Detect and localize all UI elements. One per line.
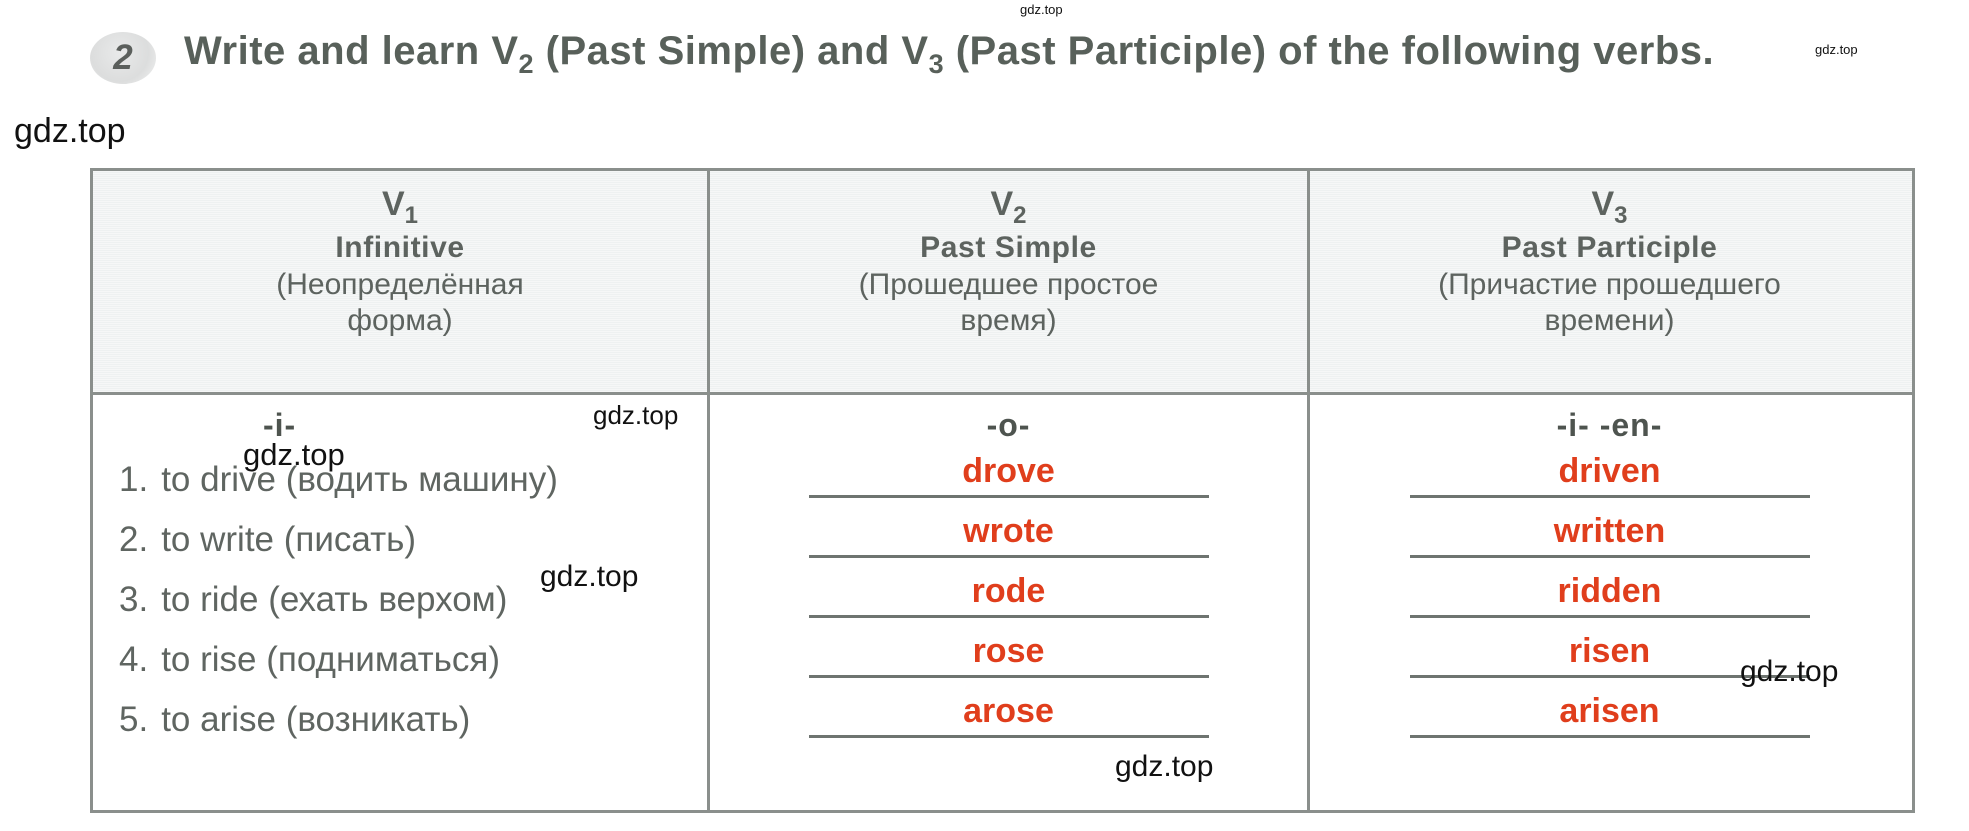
past-simple-answer[interactable]: rode (710, 569, 1307, 613)
spelling-marker-infinitive: -i- (263, 407, 297, 443)
header-v-label-1: V1 (103, 185, 697, 229)
past-simple-answer[interactable]: wrote (710, 509, 1307, 553)
column-infinitive: -i- 1. to drive (водить машину) 2. to writ… (93, 395, 707, 810)
task-number-badge: 2 (90, 32, 156, 84)
spelling-marker-past-simple: -o- (986, 407, 1031, 443)
answer-underline (1409, 675, 1810, 678)
answer-underline (1409, 615, 1810, 618)
answer-row[interactable]: drove (710, 449, 1307, 509)
task-instruction-sub-v3: 3 (928, 49, 945, 79)
answer-row[interactable]: wrote (710, 509, 1307, 569)
header-ru-label-2: (Прошедшее простое время) (858, 267, 1159, 338)
answer-row[interactable]: rose (710, 629, 1307, 689)
infinitive-list: 1. to drive (водить машину) 2. to write (п… (93, 449, 707, 749)
header-en-label-3: Past Participle (1501, 231, 1718, 265)
answer-underline (808, 495, 1209, 498)
task-instruction-seg-3: (Past Participle) of the following verbs… (944, 29, 1715, 73)
answer-underline (808, 555, 1209, 558)
header-v-index-3: 3 (1614, 201, 1628, 229)
task-instruction-sub-v2: 2 (518, 49, 535, 79)
row-number: 4. (119, 639, 149, 679)
header-v-index-2: 2 (1013, 201, 1027, 229)
answer-row[interactable]: arose (710, 689, 1307, 749)
header-en-label-1: Infinitive (335, 231, 465, 265)
row-number: 2. (119, 519, 149, 559)
spelling-marker-past-participle: -i- -en- (1556, 407, 1663, 443)
task-instruction-seg-1: Write and learn V (184, 29, 519, 73)
table-header-cell-past-participle: V3 Past Participle (Причастие прошедшего… (1307, 171, 1909, 392)
header-ru-label-3: (Причастие прошедшего времени) (1438, 267, 1781, 338)
answer-row[interactable]: driven (1310, 449, 1909, 509)
past-participle-answer[interactable]: ridden (1310, 569, 1909, 613)
past-simple-answer[interactable]: rose (710, 629, 1307, 673)
list-item: 2. to write (писать) (119, 509, 707, 569)
header-v-label-2: V2 (720, 185, 1297, 229)
task-instruction: Write and learn V2 (Past Simple) and V3 … (184, 28, 1714, 81)
past-participle-answer[interactable]: written (1310, 509, 1909, 553)
answer-underline (808, 675, 1209, 678)
answer-row[interactable]: arisen (1310, 689, 1909, 749)
row-number: 5. (119, 699, 149, 739)
column-past-simple: -o- drove wrote rode rose arose (707, 395, 1307, 810)
header-v-letter-3: V (1591, 185, 1615, 223)
watermark: gdz.top (14, 112, 126, 150)
table-header-cell-infinitive: V1 Infinitive (Неопределённая форма) (93, 171, 707, 392)
answer-underline (1409, 735, 1810, 738)
infinitive-text: to write (писать) (161, 519, 417, 559)
answer-row[interactable]: risen (1310, 629, 1909, 689)
table-header-cell-past-simple: V2 Past Simple (Прошедшее простое время) (707, 171, 1307, 392)
past-participle-answer-list: driven written ridden risen arisen (1310, 449, 1909, 749)
answer-row[interactable]: ridden (1310, 569, 1909, 629)
infinitive-text: to ride (ехать верхом) (161, 579, 508, 619)
past-participle-answer[interactable]: risen (1310, 629, 1909, 673)
past-simple-answer[interactable]: drove (710, 449, 1307, 493)
infinitive-text: to drive (водить машину) (161, 459, 558, 499)
task-heading: 2 Write and learn V2 (Past Simple) and V… (90, 28, 1940, 84)
row-number: 3. (119, 579, 149, 619)
header-v-letter-1: V (381, 185, 405, 223)
list-item: 5. to arise (возникать) (119, 689, 707, 749)
header-ru-label-1: (Неопределённая форма) (276, 267, 524, 338)
table-header-row: V1 Infinitive (Неопределённая форма) V2 … (93, 171, 1912, 395)
past-participle-answer[interactable]: arisen (1310, 689, 1909, 733)
list-item: 4. to rise (подниматься) (119, 629, 707, 689)
list-item: 3. to ride (ехать верхом) (119, 569, 707, 629)
table-body: -i- 1. to drive (водить машину) 2. to writ… (93, 395, 1912, 810)
answer-underline (1409, 495, 1810, 498)
row-number: 1. (119, 459, 149, 499)
watermark: gdz.top (1020, 2, 1063, 17)
answer-underline (808, 615, 1209, 618)
task-instruction-seg-2: (Past Simple) and V (534, 29, 929, 73)
answer-underline (1409, 555, 1810, 558)
answer-row[interactable]: written (1310, 509, 1909, 569)
infinitive-text: to rise (подниматься) (161, 639, 500, 679)
column-past-participle: -i- -en- driven written ridden risen ari… (1307, 395, 1909, 810)
answer-underline (808, 735, 1209, 738)
past-simple-answer-list: drove wrote rode rose arose (710, 449, 1307, 749)
answer-row[interactable]: rode (710, 569, 1307, 629)
header-v-label-3: V3 (1320, 185, 1899, 229)
header-en-label-2: Past Simple (920, 231, 1097, 265)
infinitive-text: to arise (возникать) (161, 699, 471, 739)
past-participle-answer[interactable]: driven (1310, 449, 1909, 493)
verb-forms-table: V1 Infinitive (Неопределённая форма) V2 … (90, 168, 1915, 813)
header-v-letter-2: V (990, 185, 1014, 223)
list-item: 1. to drive (водить машину) (119, 449, 707, 509)
past-simple-answer[interactable]: arose (710, 689, 1307, 733)
header-v-index-1: 1 (404, 201, 419, 229)
